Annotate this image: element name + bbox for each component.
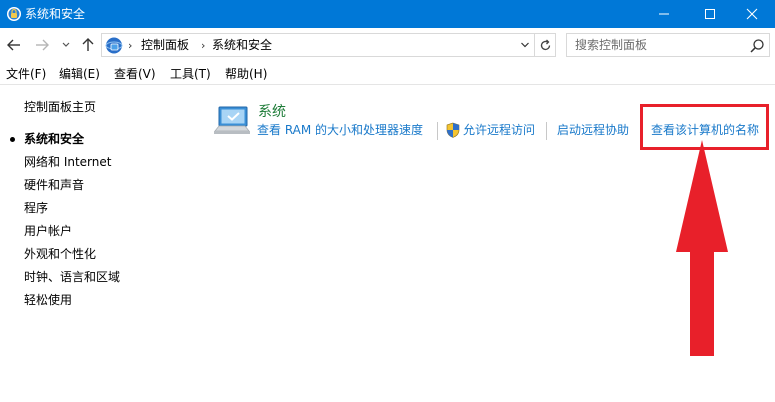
shield-icon: [446, 122, 460, 138]
control-panel-icon: [105, 37, 123, 54]
minimize-button[interactable]: [641, 0, 687, 28]
breadcrumb-separator-icon[interactable]: ›: [201, 38, 205, 53]
chevron-down-icon: [62, 42, 70, 47]
refresh-button[interactable]: [534, 34, 555, 56]
recent-locations-button[interactable]: [60, 36, 72, 54]
close-button[interactable]: [729, 0, 775, 28]
menu-bar: 文件(F) 编辑(E) 查看(V) 工具(T) 帮助(H): [0, 63, 775, 85]
nav-ease-of-access[interactable]: 轻松使用: [24, 292, 72, 308]
nav-clock-region[interactable]: 时钟、语言和区域: [24, 269, 120, 285]
minimize-icon: [659, 13, 669, 15]
menu-file[interactable]: 文件(F): [6, 66, 46, 82]
system-monitor-icon[interactable]: [213, 105, 251, 138]
link-divider: [546, 122, 547, 140]
annotation-arrow-icon: [676, 140, 728, 356]
arrow-up-icon: [82, 38, 94, 51]
nav-programs[interactable]: 程序: [24, 200, 48, 216]
menu-tools[interactable]: 工具(T): [170, 66, 211, 82]
search-box[interactable]: [566, 33, 770, 57]
current-item-bullet: [10, 137, 15, 142]
address-row: › 控制面板 › 系统和安全: [0, 28, 775, 62]
search-icon[interactable]: [749, 38, 765, 54]
nav-appearance[interactable]: 外观和个性化: [24, 246, 96, 262]
nav-hardware-sound[interactable]: 硬件和声音: [24, 177, 84, 193]
link-launch-remote-assistance[interactable]: 启动远程协助: [557, 122, 629, 138]
maximize-button[interactable]: [687, 0, 733, 28]
breadcrumb-system-security[interactable]: 系统和安全: [212, 38, 272, 53]
menu-view[interactable]: 查看(V): [114, 66, 156, 82]
menu-edit[interactable]: 编辑(E): [59, 66, 100, 82]
link-view-ram-cpu[interactable]: 查看 RAM 的大小和处理器速度: [257, 122, 423, 138]
maximize-icon: [705, 9, 715, 19]
left-navigation: 控制面板主页 系统和安全 网络和 Internet 硬件和声音 程序 用户帐户 …: [0, 86, 200, 402]
title-bar: 系统和安全: [0, 0, 775, 28]
nav-user-accounts[interactable]: 用户帐户: [24, 223, 72, 239]
nav-system-security[interactable]: 系统和安全: [24, 131, 84, 147]
window-title: 系统和安全: [25, 7, 86, 21]
up-button[interactable]: [78, 36, 98, 54]
nav-network-internet[interactable]: 网络和 Internet: [24, 154, 111, 170]
breadcrumb-separator-icon[interactable]: ›: [128, 38, 132, 53]
link-allow-remote-access[interactable]: 允许远程访问: [463, 122, 535, 138]
link-divider: [437, 122, 438, 140]
back-button[interactable]: [4, 36, 24, 54]
control-panel-icon: [7, 7, 21, 21]
menu-help[interactable]: 帮助(H): [225, 66, 267, 82]
address-bar[interactable]: › 控制面板 › 系统和安全: [101, 33, 556, 57]
close-icon: [746, 8, 758, 20]
breadcrumb-control-panel[interactable]: 控制面板: [141, 38, 189, 53]
chevron-down-icon: [521, 42, 529, 48]
arrow-left-icon: [7, 39, 20, 51]
forward-button[interactable]: [32, 36, 52, 54]
search-input[interactable]: [575, 37, 743, 53]
system-section-title[interactable]: 系统: [258, 103, 286, 121]
address-history-button[interactable]: [516, 35, 534, 55]
nav-control-panel-home[interactable]: 控制面板主页: [24, 98, 96, 115]
arrow-right-icon: [36, 39, 49, 51]
refresh-icon: [540, 39, 550, 50]
